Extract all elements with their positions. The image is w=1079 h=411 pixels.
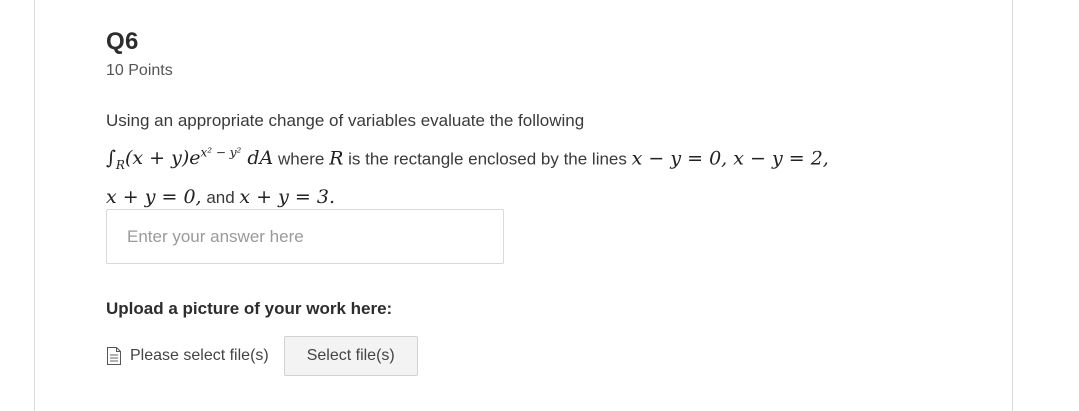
upload-label: Upload a picture of your work here: [106, 299, 393, 318]
prompt-line-1: Using an appropriate change of variables… [106, 111, 585, 130]
rectangle-text: is the rectangle enclosed by the lines [348, 149, 627, 169]
select-files-button[interactable]: Select file(s) [283, 336, 418, 376]
line-equation-2: x + y = 0, [106, 186, 202, 209]
file-status-text: Please select file(s) [130, 347, 269, 364]
prompt-line-2: ∫R(x + y)ex² − y² dA where R is the rect… [106, 137, 986, 181]
file-icon [106, 347, 122, 365]
region-variable: R [329, 147, 344, 170]
integral-region: R [115, 158, 125, 173]
answer-input[interactable] [106, 209, 504, 264]
line-equation-3: x + y = 3. [239, 186, 335, 209]
question-prompt: Using an appropriate change of variables… [106, 105, 986, 214]
where-text: where [278, 149, 325, 169]
file-upload-row: Please select file(s) Select file(s) [106, 336, 418, 376]
integral-expression: ∫R(x + y)ex² − y² dA [106, 146, 274, 173]
integrand: (x + y)e [124, 147, 201, 170]
line-equations-1: x − y = 0, x − y = 2, [631, 147, 829, 170]
question-points: 10 Points [106, 62, 173, 79]
integrand-exponent: x² − y² [200, 146, 242, 160]
question-card: Q6 10 Points Using an appropriate change… [34, 0, 1013, 411]
differential: dA [247, 147, 274, 170]
integral-sign: ∫ [106, 147, 116, 170]
and-text: and [206, 188, 235, 208]
question-title: Q6 [106, 28, 139, 55]
